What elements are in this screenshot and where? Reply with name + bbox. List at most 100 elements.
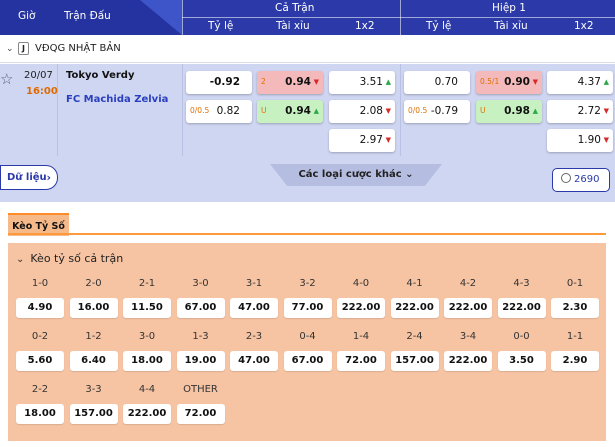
score-odd-button[interactable]: 77.00	[283, 298, 332, 318]
header-ty-le-h1: Tỷ lệ	[426, 20, 452, 32]
panel-title[interactable]: ⌄ Kèo tỷ số cả trận	[16, 252, 123, 265]
score-odd-button[interactable]: 16.00	[69, 298, 118, 318]
odd-h1-1x2-away[interactable]: 2.72 ▼	[547, 100, 613, 123]
table-header: Giờ Trận Đấu Cả Trận Hiệp 1 Tỷ lệ Tài xỉ…	[0, 0, 615, 35]
header-tai-xiu-h1: Tài xỉu	[494, 20, 528, 32]
score-odd-button[interactable]: 3.50	[497, 351, 546, 371]
away-team: FC Machida Zelvia	[66, 94, 169, 105]
score-odd-button[interactable]: 2.90	[551, 351, 599, 371]
odd-value: 3.51	[359, 76, 383, 88]
odd-value: 1.90	[577, 134, 601, 146]
score-odd-button[interactable]: 2.30	[551, 298, 599, 318]
score-odd-button[interactable]: 47.00	[230, 351, 278, 371]
chevron-right-icon: ›	[46, 171, 51, 184]
bet-count: 2690	[574, 174, 600, 185]
odd-value: 4.37	[577, 76, 601, 88]
score-odd-button[interactable]: 11.50	[123, 298, 171, 318]
match-time: 16:00	[26, 86, 58, 97]
handicap-line: 0/0.5	[190, 106, 210, 115]
score-odd-button[interactable]: 222.00	[497, 298, 546, 318]
chevron-down-icon: ⌄	[16, 254, 25, 265]
odd-h1-over[interactable]: 0.5/1 0.90 ▼	[476, 71, 542, 94]
odd-full-under[interactable]: U 0.94 ▲	[257, 100, 323, 123]
score-odd-button[interactable]: 222.00	[123, 404, 171, 424]
score-odd-button[interactable]: 67.00	[283, 351, 332, 371]
score-label: 3-4	[459, 331, 477, 342]
league-row[interactable]: ⌄ J VĐQG NHẬT BẢN	[0, 35, 615, 63]
chevron-down-icon[interactable]: ⌄	[6, 44, 14, 54]
du-lieu-label: Dữ liệu	[7, 172, 47, 183]
score-label: 2-2	[31, 384, 49, 395]
score-odd-button[interactable]: 5.60	[16, 351, 64, 371]
score-odd-button[interactable]: 72.00	[176, 404, 225, 424]
score-odd-button[interactable]: 222.00	[337, 298, 385, 318]
header-1x2: 1x2	[355, 20, 375, 32]
header-hiep-1: Hiệp 1	[492, 2, 526, 14]
arrow-down-icon: ▼	[603, 107, 609, 115]
score-odd-button[interactable]: 157.00	[69, 404, 118, 424]
header-tran-dau: Trận Đấu	[64, 10, 111, 22]
match-row: ☆ 20/07 16:00 Tokyo Verdy FC Machida Zel…	[0, 64, 615, 202]
score-label: 3-3	[85, 384, 102, 395]
odd-h1-under[interactable]: U 0.98 ▲	[476, 100, 542, 123]
odd-h1-handicap-away[interactable]: 0/0.5 -0.79	[404, 100, 470, 123]
score-label: 2-1	[138, 278, 156, 289]
score-odd-button[interactable]: 18.00	[16, 404, 64, 424]
header-gio: Giờ	[18, 10, 36, 22]
score-odd-button[interactable]: 18.00	[123, 351, 171, 371]
score-label: 4-4	[138, 384, 156, 395]
odd-h1-1x2-home[interactable]: 4.37 ▲	[547, 71, 613, 94]
arrow-down-icon: ▼	[385, 107, 391, 115]
ou-line: 0.5/1	[480, 77, 500, 86]
score-label: 3-0	[192, 278, 209, 289]
score-odd-button[interactable]: 47.00	[230, 298, 278, 318]
header-ca-tran: Cả Trận	[275, 2, 315, 14]
score-label: 4-2	[459, 278, 477, 289]
other-bets-label: Các loại cược khác	[298, 169, 402, 180]
odd-full-1x2-home[interactable]: 3.51 ▲	[329, 71, 395, 94]
score-odd-button[interactable]: 4.90	[16, 298, 64, 318]
odd-full-over[interactable]: 2 0.94 ▼	[257, 71, 323, 94]
league-name: VĐQG NHẬT BẢN	[35, 43, 121, 54]
score-odd-button[interactable]: 222.00	[390, 298, 439, 318]
league-logo: J	[18, 42, 29, 55]
odd-value: 0.70	[434, 76, 458, 88]
odd-full-1x2-away[interactable]: 2.08 ▼	[329, 100, 395, 123]
arrow-up-icon: ▲	[313, 107, 319, 115]
header-tai-xiu: Tài xỉu	[276, 20, 310, 32]
bet-count-button[interactable]: 2690	[552, 168, 610, 192]
score-odd-button[interactable]: 222.00	[444, 351, 492, 371]
score-odd-button[interactable]: 67.00	[176, 298, 225, 318]
odd-h1-1x2-draw[interactable]: 1.90 ▼	[547, 129, 613, 152]
odd-value: 0.98	[504, 105, 530, 117]
odd-value: -0.92	[209, 76, 240, 88]
score-label: 2-0	[85, 278, 102, 289]
odd-full-handicap-home[interactable]: -0.92	[186, 71, 252, 94]
odd-full-1x2-draw[interactable]: 2.97 ▼	[329, 129, 395, 152]
score-odd-button[interactable]: 19.00	[176, 351, 225, 371]
panel-title-text: Kèo tỷ số cả trận	[30, 252, 124, 265]
odd-full-handicap-away[interactable]: 0/0.5 0.82	[186, 100, 252, 123]
score-odd-button[interactable]: 222.00	[444, 298, 492, 318]
arrow-up-icon: ▲	[603, 78, 609, 86]
user-icon	[561, 173, 571, 183]
odd-h1-handicap-home[interactable]: 0.70	[404, 71, 470, 94]
other-bets-toggle[interactable]: Các loại cược khác ⌄	[270, 164, 442, 186]
odd-value: -0.79	[430, 105, 458, 117]
odd-value: 0.94	[285, 105, 311, 117]
arrow-down-icon: ▼	[385, 136, 391, 144]
score-odd-button[interactable]: 6.40	[69, 351, 118, 371]
odd-value: 0.90	[504, 76, 530, 88]
tab-underline	[8, 233, 606, 235]
arrow-down-icon: ▼	[532, 78, 538, 86]
score-label: 3-1	[245, 278, 263, 289]
home-team: Tokyo Verdy	[66, 70, 135, 81]
favorite-star-icon[interactable]: ☆	[0, 70, 13, 88]
ou-line: 2	[261, 77, 266, 86]
score-label: 0-0	[513, 331, 530, 342]
score-odd-button[interactable]: 72.00	[337, 351, 385, 371]
score-odd-button[interactable]: 157.00	[390, 351, 439, 371]
odd-value: 2.72	[577, 105, 601, 117]
du-lieu-button[interactable]: Dữ liệu ›	[0, 165, 58, 190]
score-label: 0-1	[566, 278, 584, 289]
